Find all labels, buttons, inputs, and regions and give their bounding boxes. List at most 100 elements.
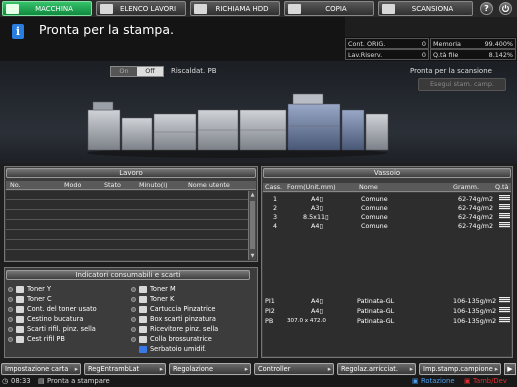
- preheat-toggle[interactable]: On Off: [110, 66, 164, 77]
- tray-paper-name: Patinata-GL: [357, 307, 395, 315]
- curl-adjust-button[interactable]: Regolaz.arricciat. ▸: [337, 363, 416, 375]
- job-table-header: No. Modo Stato Minuto(i) Nome utente: [6, 181, 256, 190]
- tray-weight: 106-135g/m2: [453, 317, 497, 325]
- reserved-jobs-value: 0: [421, 51, 426, 59]
- toner-icon: [16, 296, 24, 303]
- trim-bin-icon: [16, 336, 24, 343]
- job-row[interactable]: [6, 221, 248, 230]
- toggle-on[interactable]: On: [111, 67, 137, 76]
- consumable-label: Toner K: [150, 295, 175, 303]
- consumable-punch-bin: Cestino bucatura: [8, 315, 128, 324]
- tray-size: A4▯: [311, 222, 323, 230]
- job-col-no: No.: [10, 181, 21, 189]
- printer-illustration: [87, 93, 389, 158]
- consumable-toner-k: Toner K: [131, 295, 249, 304]
- tab-job-list[interactable]: ELENCO LAVORI: [96, 1, 186, 16]
- tray-panel-title: Vassoio: [263, 168, 511, 178]
- job-row[interactable]: [6, 231, 248, 240]
- tab-recall-hdd[interactable]: RICHIAMA HDD: [190, 1, 280, 16]
- tray-row-1[interactable]: 1 A4▯ Comune 62-74g/m2: [263, 195, 511, 203]
- job-col-status: Stato: [104, 181, 121, 189]
- consumable-staple-cartridge: Cartuccia Pinzatrice: [131, 305, 249, 314]
- tray-size: 8.5x11▯: [303, 213, 329, 221]
- job-row[interactable]: [6, 241, 248, 250]
- job-row[interactable]: [6, 211, 248, 220]
- consumable-label: Cest rifil PB: [27, 335, 65, 343]
- consumable-saddle-receiver: Ricevitore pinz. sella: [131, 325, 249, 334]
- job-row[interactable]: [6, 191, 248, 200]
- sample-print-settings-button[interactable]: Imp.stamp.campione ▸: [419, 363, 501, 375]
- printer-status-icon: ▤: [38, 377, 45, 385]
- help-button[interactable]: ?: [480, 2, 493, 15]
- clock-time: 08:33: [11, 377, 31, 385]
- consumable-label: Serbatoio umidif.: [150, 345, 207, 353]
- controller-button[interactable]: Controller ▸: [254, 363, 334, 375]
- tray-col-size: Form(Unit.mm): [287, 183, 336, 191]
- toggle-off[interactable]: Off: [137, 67, 163, 76]
- paper-level-icon: [499, 307, 510, 313]
- tray-table-header: Cass. Form(Unit.mm) Nome Gramm. Q.tà: [263, 183, 511, 192]
- tray-row-2[interactable]: 2 A3▯ Comune 62-74g/m2: [263, 204, 511, 212]
- memory-label: Memoria: [433, 40, 461, 48]
- job-list-scrollbar[interactable]: ▲ ▼: [248, 191, 256, 260]
- job-row[interactable]: [6, 201, 248, 210]
- scan-ready-status: Pronta per la scansione: [410, 67, 492, 75]
- chevron-right-icon: ▸: [409, 365, 413, 373]
- chevron-right-icon: ▸: [244, 365, 248, 373]
- tray-number: 2: [273, 204, 278, 212]
- next-page-button[interactable]: ▶: [504, 363, 516, 375]
- adjustment-button[interactable]: Regolazione ▸: [169, 363, 251, 375]
- tray-row-pb[interactable]: PB 307.0 x 472.0 Patinata-GL 106-135g/m2: [263, 317, 511, 325]
- tray-size: A3▯: [311, 204, 323, 212]
- paper-level-icon: [499, 317, 510, 323]
- hdd-usage: Q.tà file 8.142%: [430, 49, 516, 60]
- chevron-right-icon: ▸: [159, 365, 163, 373]
- consumable-label: Cartuccia Pinzatrice: [150, 305, 216, 313]
- waste-toner-icon: [16, 306, 24, 313]
- status-indicator: [131, 317, 136, 322]
- button-label: Regolaz.arricciat.: [341, 365, 398, 373]
- rotation-indicator: Rotazione: [421, 377, 455, 385]
- job-panel-title: Lavoro: [6, 168, 256, 178]
- tray-weight: 106-135g/m2: [453, 297, 497, 305]
- tab-machine[interactable]: MACCHINA: [2, 1, 92, 16]
- tray-paper-name: Comune: [361, 222, 388, 230]
- punch-bin-icon: [16, 316, 24, 323]
- tab-scan[interactable]: SCANSIONA: [378, 1, 473, 16]
- job-list[interactable]: [6, 191, 248, 260]
- consumable-label: Cont. del toner usato: [27, 305, 97, 313]
- trim-scrap-icon: [16, 326, 24, 333]
- saddle-receiver-icon: [139, 326, 147, 333]
- tray-weight: 62-74g/m2: [458, 204, 494, 212]
- status-indicator: [131, 307, 136, 312]
- tray-row-pi1[interactable]: PI1 A4▯ Patinata-GL 106-135g/m2: [263, 297, 511, 305]
- tray-row-3[interactable]: 3 8.5x11▯ Comune 62-74g/m2: [263, 213, 511, 221]
- printer-status-text: Pronta a stampare: [47, 377, 110, 385]
- tray-row-4[interactable]: 4 A4▯ Comune 62-74g/m2: [263, 222, 511, 230]
- tray-row-pi2[interactable]: PI2 A4▯ Patinata-GL 106-135g/m2: [263, 307, 511, 315]
- status-indicator: [8, 337, 13, 342]
- consumable-toner-m: Toner M: [131, 285, 249, 294]
- scroll-down-icon[interactable]: ▼: [249, 252, 256, 260]
- duplex-adjust-button[interactable]: RegEntrambLat ▸: [84, 363, 166, 375]
- paper-level-icon: [499, 297, 510, 303]
- rotation-icon: ▣: [412, 377, 419, 385]
- tray-weight: 62-74g/m2: [458, 195, 494, 203]
- paper-level-icon: [499, 213, 510, 219]
- power-save-button[interactable]: [499, 2, 512, 15]
- top-tab-bar: MACCHINA ELENCO LAVORI RICHIAMA HDD COPI…: [0, 0, 517, 17]
- status-indicator: [131, 327, 136, 332]
- chevron-right-icon: ▸: [74, 365, 78, 373]
- job-scroll-thumb[interactable]: [250, 201, 255, 249]
- consumable-label: Cestino bucatura: [27, 315, 84, 323]
- original-count-value: 0: [421, 40, 426, 48]
- power-icon: [502, 4, 509, 12]
- tray-number: 3: [273, 213, 278, 221]
- button-label: Regolazione: [173, 365, 213, 373]
- sample-print-button[interactable]: Esegui stam. camp.: [418, 78, 506, 91]
- tab-copy-label: COPIA: [325, 4, 347, 13]
- tab-copy[interactable]: COPIA: [284, 1, 374, 16]
- scroll-up-icon[interactable]: ▲: [249, 191, 256, 199]
- paper-setting-button[interactable]: Impostazione carta ▸: [1, 363, 81, 375]
- tray-number: 4: [273, 222, 278, 230]
